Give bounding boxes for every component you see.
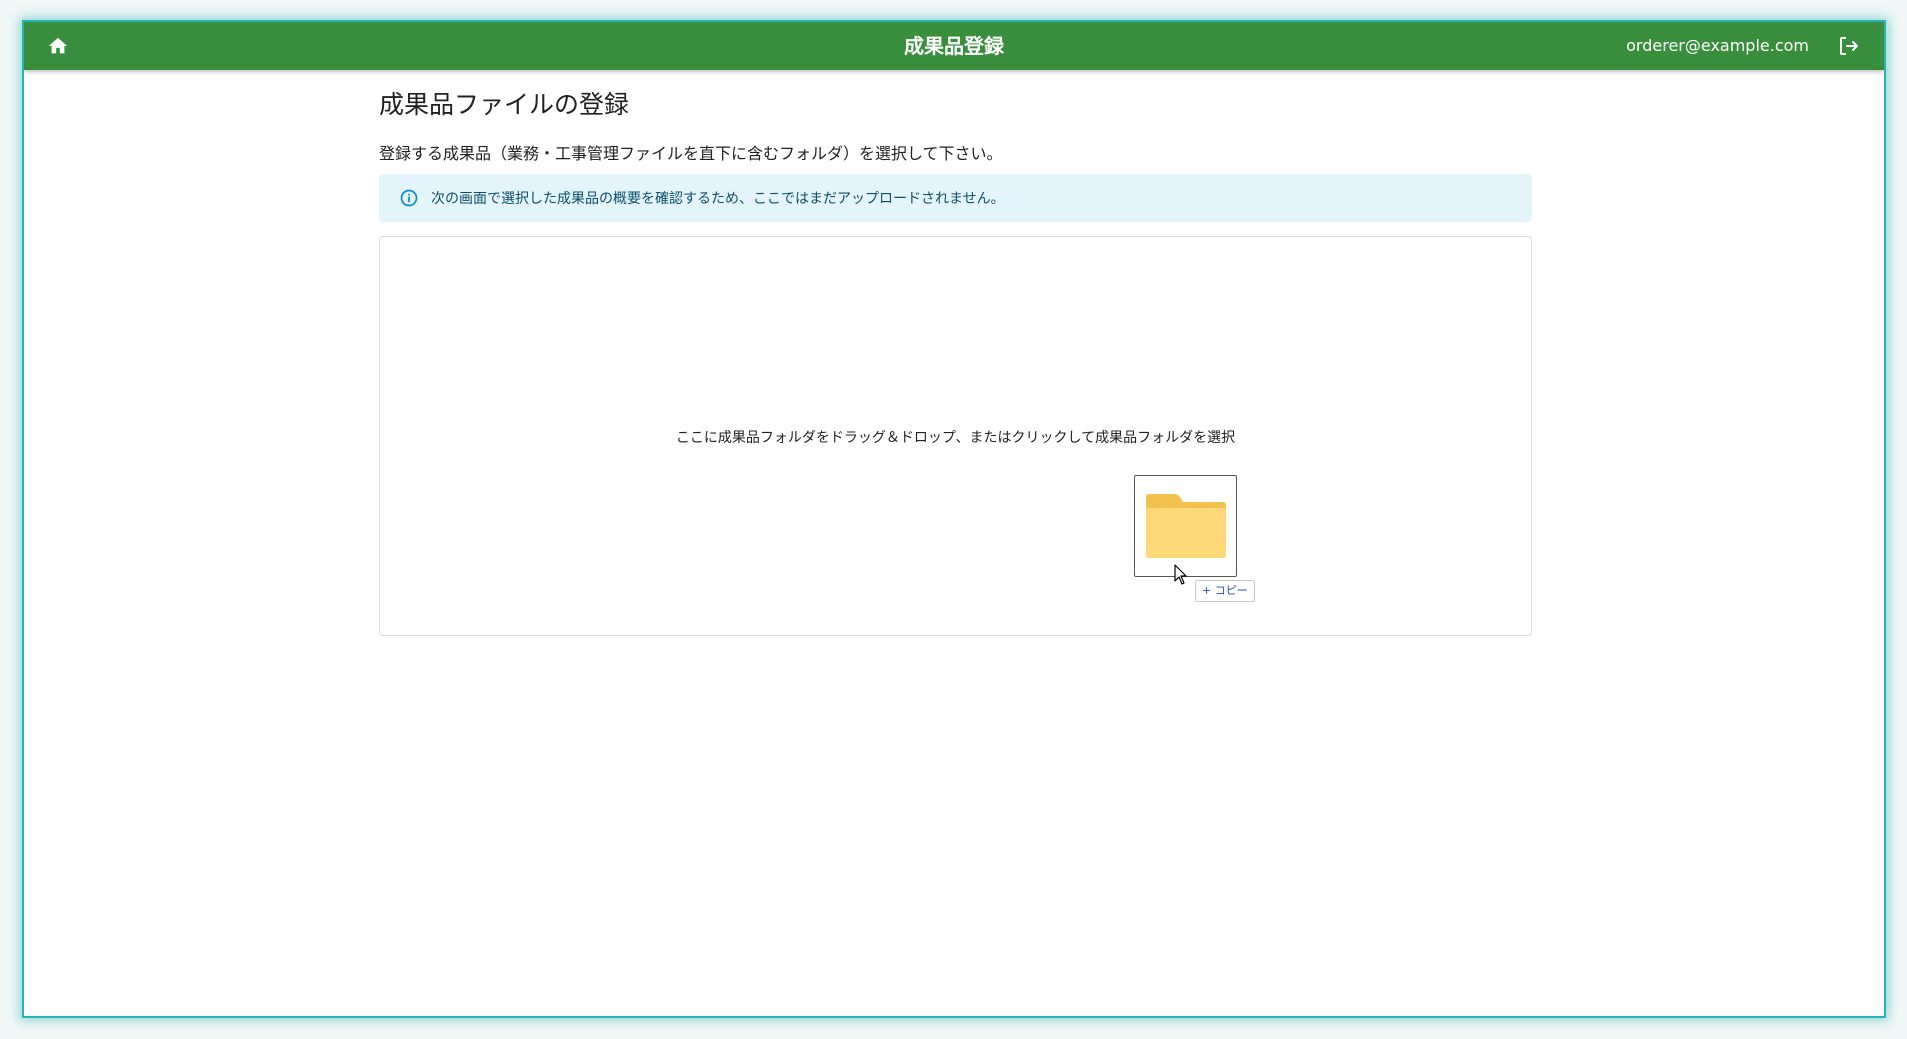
logout-button[interactable] — [1834, 32, 1864, 60]
app-window: 成果品登録 orderer@example.com 成果品ファイルの登録 登録す… — [22, 20, 1886, 1018]
home-icon — [48, 37, 68, 54]
page-subtitle: 登録する成果品（業務・工事管理ファイルを直下に含むフォルダ）を選択して下さい。 — [379, 144, 1003, 163]
dropzone-instruction: ここに成果品フォルダをドラッグ＆ドロップ、またはクリックして成果品フォルダを選択 — [675, 430, 1236, 446]
info-icon — [400, 189, 418, 207]
page-title: 成果品ファイルの登録 — [379, 90, 630, 119]
logout-icon — [1840, 37, 1858, 55]
folder-dropzone[interactable]: ここに成果品フォルダをドラッグ＆ドロップ、またはクリックして成果品フォルダを選択… — [379, 236, 1532, 636]
copy-badge: + コピー — [1195, 580, 1255, 602]
home-button[interactable] — [44, 32, 72, 60]
info-alert: 次の画面で選択した成果品の概要を確認するため、ここではまだアップロードされません… — [379, 174, 1532, 222]
info-alert-text: 次の画面で選択した成果品の概要を確認するため、ここではまだアップロードされません… — [431, 191, 1005, 207]
app-title: 成果品登録 — [904, 34, 1004, 58]
user-email: orderer@example.com — [1626, 36, 1809, 55]
drag-preview — [1134, 475, 1237, 577]
app-bar: 成果品登録 orderer@example.com — [24, 22, 1884, 70]
mouse-cursor-icon — [1174, 564, 1187, 585]
folder-icon — [1145, 494, 1226, 558]
